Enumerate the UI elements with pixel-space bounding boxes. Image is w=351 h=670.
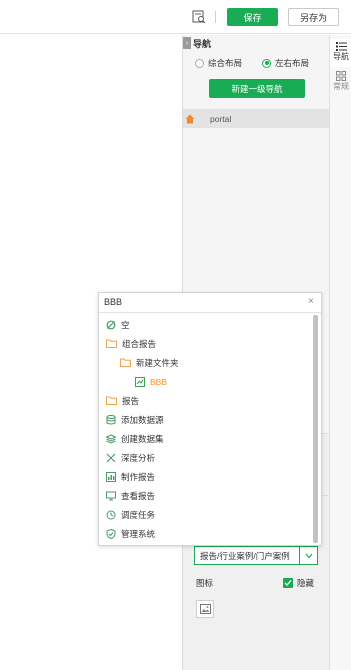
folder-icon	[106, 339, 117, 348]
list-icon	[335, 42, 347, 51]
tree-item-schedule[interactable]: 调度任务	[106, 505, 155, 524]
close-icon[interactable]: ×	[308, 296, 314, 307]
tree-search-input[interactable]: BBB ×	[99, 293, 321, 313]
tree-list: 空 组合报告 新建文件夹 BBB 报告 添加数据源 创建数据集 深度分析 制作报…	[99, 313, 321, 545]
layout-option-label: 左右布局	[275, 58, 310, 68]
radio-left-right[interactable]	[262, 58, 271, 68]
hide-checkbox[interactable]	[283, 578, 293, 588]
tab-navigation[interactable]: 导航	[330, 39, 351, 67]
report-icon	[135, 376, 145, 387]
tree-item-add-datasource[interactable]: 添加数据源	[106, 410, 164, 429]
tree-item-folder[interactable]: 组合报告	[106, 334, 156, 353]
layout-option-left-right[interactable]: 左右布局	[262, 57, 309, 69]
tree-item-folder[interactable]: 新建文件夹	[120, 353, 179, 372]
tree-item-create-dataset[interactable]: 创建数据集	[106, 429, 164, 448]
image-picker-button[interactable]	[196, 600, 214, 618]
tree-item-make-report[interactable]: 制作报告	[106, 467, 155, 486]
radio-combined[interactable]	[195, 58, 204, 68]
save-button[interactable]: 保存	[227, 8, 278, 26]
shield-icon	[106, 528, 116, 539]
image-icon	[199, 604, 211, 614]
tree-item-folder[interactable]: 报告	[106, 391, 139, 410]
tree-item-empty[interactable]: 空	[106, 315, 130, 334]
panel-title: 导航	[193, 39, 212, 49]
tree-item-deep-analysis[interactable]: 深度分析	[106, 448, 155, 467]
side-tab-bar: 导航 常规	[329, 35, 351, 670]
icon-label: 图标	[196, 578, 214, 588]
tree-item-label: 调度任务	[121, 509, 156, 520]
tree-item-view-report[interactable]: 查看报告	[106, 486, 155, 505]
tree-item-label: 创建数据集	[121, 433, 164, 444]
empty-icon	[106, 320, 116, 329]
folder-icon	[120, 358, 131, 367]
grid-icon	[336, 71, 346, 81]
tree-item-admin[interactable]: 管理系统	[106, 524, 155, 543]
tree-item-label: 制作报告	[121, 471, 156, 482]
chevron-down-icon[interactable]	[300, 546, 318, 565]
tab-general[interactable]: 常规	[330, 69, 351, 99]
tree-item-label: 新建文件夹	[136, 357, 179, 368]
toolbar-divider	[215, 11, 216, 23]
preview-icon[interactable]	[192, 10, 206, 24]
tree-item-label: 管理系统	[121, 528, 156, 539]
home-icon	[185, 114, 195, 123]
top-toolbar: 保存 另存为	[0, 0, 351, 34]
dropdown-scrollbar[interactable]	[313, 315, 318, 543]
monitor-icon	[106, 491, 116, 500]
tree-item-label: 深度分析	[121, 452, 156, 463]
resource-tree-dropdown: BBB × 空 组合报告 新建文件夹 BBB 报告 添加数据源 创建数据集 深度…	[98, 292, 322, 546]
dataset-icon	[106, 433, 116, 444]
chart-icon	[106, 471, 116, 482]
collapse-panel-icon[interactable]: ›	[183, 37, 191, 49]
tab-label: 导航	[333, 52, 349, 61]
tree-item-label: 报告	[122, 395, 140, 406]
tab-label: 常规	[333, 82, 349, 91]
layout-option-combined[interactable]: 综合布局	[195, 57, 242, 69]
tree-item-label: BBB	[150, 376, 168, 387]
tree-item-label: 查看报告	[121, 490, 156, 501]
tree-item-label: 组合报告	[122, 338, 157, 349]
folder-icon	[106, 396, 117, 405]
hide-label: 隐藏	[297, 578, 315, 588]
analysis-icon	[106, 453, 116, 462]
new-nav-button[interactable]: 新建一级导航	[209, 79, 305, 98]
tree-item-report[interactable]: BBB	[135, 372, 167, 391]
tree-item-label: 空	[121, 319, 130, 330]
save-as-button[interactable]: 另存为	[288, 8, 339, 26]
path-select-value[interactable]: 报告/行业案例/门户案例	[194, 546, 300, 565]
layout-option-label: 综合布局	[208, 58, 243, 68]
path-select[interactable]: 报告/行业案例/门户案例	[194, 546, 318, 565]
hide-toggle[interactable]: 隐藏	[283, 577, 314, 589]
tree-item-label: 添加数据源	[121, 414, 164, 425]
tree-search-value[interactable]: BBB	[104, 297, 122, 307]
clock-icon	[106, 510, 116, 519]
nav-item-label: portal	[210, 113, 232, 124]
nav-item-portal[interactable]: portal	[183, 109, 329, 128]
database-icon	[106, 414, 116, 424]
